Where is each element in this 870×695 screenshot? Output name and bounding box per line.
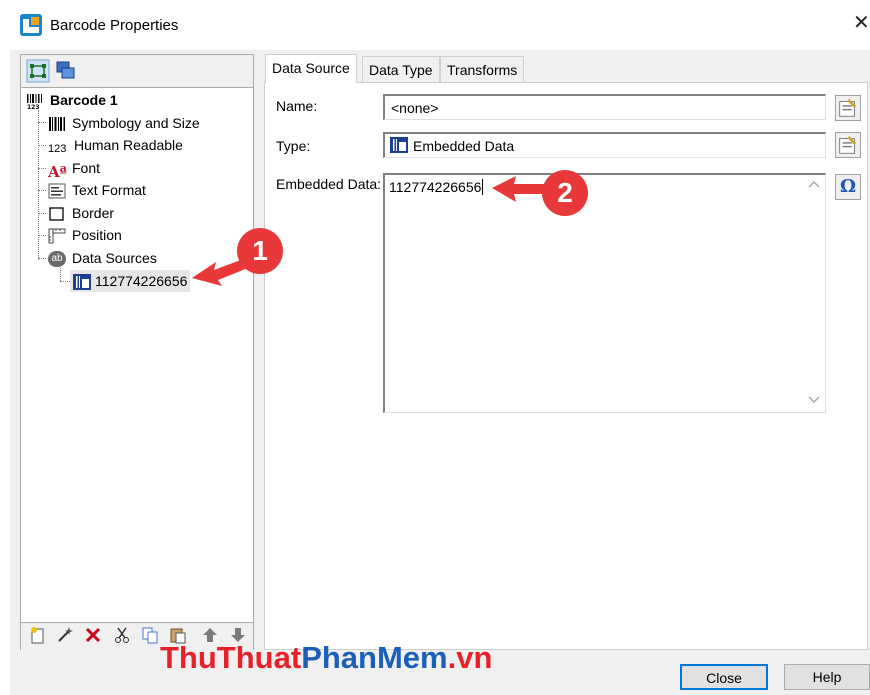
tree-item-label: Text Format [72, 182, 146, 198]
type-value: Embedded Data [413, 138, 515, 154]
tree-child-label: 112774226656 [95, 273, 188, 289]
border-square-icon [49, 207, 64, 221]
watermark: ThuThuatPhanMem.vn [160, 640, 492, 676]
tree-item-position[interactable]: Position [48, 224, 122, 246]
annotation-badge-2: 2 [542, 170, 588, 216]
embedded-data-textarea[interactable]: 112774226656 [383, 173, 826, 413]
help-button[interactable]: Help [784, 664, 870, 690]
close-button[interactable]: Close [680, 664, 768, 690]
embedded-data-value: 112774226656 [389, 179, 484, 195]
tab-transforms[interactable]: Transforms [440, 56, 525, 82]
tree-root-label: Barcode 1 [50, 92, 118, 108]
tab-data-type[interactable]: Data Type [362, 56, 440, 82]
annotation-arrow-2 [492, 176, 548, 202]
tree-item-label: Position [72, 227, 122, 243]
tab-data-source[interactable]: Data Source [265, 54, 357, 83]
embedded-data-label: Embedded Data: [276, 176, 382, 192]
embedded-data-icon [390, 137, 408, 153]
wizard-icon[interactable] [56, 626, 74, 644]
name-label: Name: [276, 98, 318, 114]
type-label: Type: [276, 138, 311, 154]
barcode-icon: 123 [27, 94, 42, 109]
scroll-down-icon[interactable] [808, 395, 820, 405]
scroll-up-icon[interactable] [808, 179, 820, 189]
layers-icon[interactable] [54, 59, 78, 83]
digits-123-icon: 123 [48, 143, 67, 156]
font-a-icon: Aª [48, 163, 67, 182]
tree-item-label: Symbology and Size [72, 115, 200, 131]
embedded-data-icon [73, 274, 91, 291]
tree-item-label: Data Sources [72, 250, 157, 266]
annotation-badge-1: 1 [237, 228, 283, 274]
data-sources-icon: ab [48, 251, 66, 268]
tree-item-symbology[interactable]: Symbology and Size [48, 112, 200, 134]
svg-text:123: 123 [27, 104, 40, 109]
tree-item-embedded-data[interactable]: 112774226656 [70, 270, 191, 292]
barcode-bars-icon [49, 117, 65, 132]
tree-item-border[interactable]: Border [48, 202, 114, 224]
watermark-part2: PhanMem [301, 640, 448, 675]
text-format-icon [48, 183, 66, 199]
new-item-icon[interactable] [29, 626, 47, 644]
special-characters-button[interactable]: Ω [835, 174, 861, 200]
tree-item-data-sources[interactable]: ab Data Sources [48, 247, 157, 269]
tree-item-human-readable[interactable]: 123 Human Readable [48, 134, 183, 156]
watermark-part3: .vn [447, 640, 493, 675]
copy-icon[interactable] [141, 626, 159, 644]
select-object-icon[interactable] [26, 59, 50, 83]
close-window-icon[interactable]: ✕ [853, 13, 870, 33]
type-field[interactable]: Embedded Data [383, 132, 826, 158]
position-ruler-icon [48, 228, 66, 244]
tree-item-font[interactable]: Aª Font [48, 157, 101, 182]
tree-item-text-format[interactable]: Text Format [48, 179, 146, 201]
window-title: Barcode Properties [50, 17, 179, 34]
tree-item-label: Font [72, 160, 101, 176]
tree-item-label: Border [72, 205, 115, 221]
cut-icon[interactable] [113, 626, 131, 644]
watermark-part1: ThuThuat [160, 640, 302, 675]
delete-icon[interactable] [84, 626, 102, 644]
textarea-scrollbar[interactable] [804, 175, 824, 411]
name-properties-icon[interactable] [835, 95, 861, 121]
tree-item-label: Human Readable [74, 137, 183, 153]
app-icon [20, 14, 42, 36]
type-properties-icon[interactable] [835, 132, 861, 158]
name-field[interactable]: <none> [383, 94, 826, 120]
tree-root-barcode[interactable]: 123 Barcode 1 [26, 89, 118, 111]
